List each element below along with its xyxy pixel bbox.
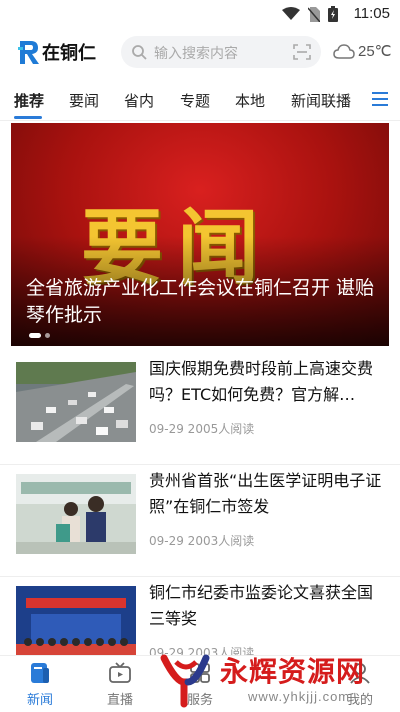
- logo-text: 在铜仁: [42, 43, 96, 64]
- watermark-text: 永辉资源网: [220, 655, 366, 688]
- app-header: 在铜仁 输入搜索内容 25℃: [0, 30, 400, 76]
- watermark: 永辉资源网 www.yhkjjj.com: [158, 650, 400, 711]
- carousel-dot-active[interactable]: [29, 333, 41, 338]
- no-sim-icon: [308, 6, 320, 22]
- status-bar: 11:05: [0, 0, 400, 28]
- watermark-logo-icon: [160, 654, 210, 708]
- nav-label: 直播: [106, 693, 133, 708]
- status-time: 11:05: [353, 5, 390, 22]
- category-tabs: 推荐 要闻 省内 专题 本地 新闻联播: [0, 80, 400, 121]
- wifi-icon: [282, 7, 300, 20]
- scan-icon[interactable]: [293, 44, 311, 60]
- news-thumbnail-award: [16, 586, 136, 666]
- news-icon: [31, 663, 49, 683]
- news-item[interactable]: 贵州省首张“出生医学证明电子证照”在铜仁市签发 09-29 2003人阅读: [0, 466, 400, 577]
- tab-topics[interactable]: 专题: [180, 90, 210, 111]
- tab-headlines[interactable]: 要闻: [69, 90, 99, 111]
- news-meta: 09-29 2005人阅读: [149, 422, 255, 436]
- banner-title[interactable]: 全省旅游产业化工作会议在铜仁召开 谌贻琴作批示: [26, 275, 376, 329]
- tv-icon: [109, 662, 131, 683]
- nav-live[interactable]: 直播: [90, 662, 150, 708]
- news-thumbnail-certificate: [16, 474, 136, 554]
- weather-temp: 25℃: [358, 43, 392, 60]
- weather-widget[interactable]: 25℃: [333, 42, 392, 60]
- search-icon: [132, 45, 147, 60]
- news-title[interactable]: 贵州省首张“出生医学证明电子证照”在铜仁市签发: [149, 468, 384, 520]
- news-item[interactable]: 国庆假期免费时段前上高速交费吗？ETC如何免费？官方解… 09-29 2005人…: [0, 354, 400, 465]
- tab-recommend[interactable]: 推荐: [14, 90, 44, 111]
- search-input[interactable]: 输入搜索内容: [154, 43, 238, 63]
- carousel-dot[interactable]: [45, 333, 50, 338]
- watermark-url: www.yhkjjj.com: [248, 689, 351, 704]
- nav-news[interactable]: 新闻: [10, 662, 70, 708]
- app-logo: 在铜仁: [18, 39, 96, 65]
- news-title[interactable]: 国庆假期免费时段前上高速交费吗？ETC如何免费？官方解…: [149, 356, 384, 408]
- menu-icon[interactable]: [372, 92, 388, 106]
- news-thumbnail-highway: [16, 362, 136, 442]
- tab-news-broadcast[interactable]: 新闻联播: [291, 90, 351, 111]
- active-tab-indicator: [14, 116, 42, 119]
- nav-label: 新闻: [26, 693, 53, 708]
- cloud-icon: [333, 44, 355, 59]
- logo-r-icon: [18, 41, 39, 64]
- battery-icon: [328, 6, 338, 22]
- tab-province[interactable]: 省内: [124, 90, 154, 111]
- search-bar[interactable]: 输入搜索内容: [121, 36, 321, 68]
- tab-local[interactable]: 本地: [235, 90, 265, 111]
- featured-banner[interactable]: 要闻 全省旅游产业化工作会议在铜仁召开 谌贻琴作批示: [11, 123, 389, 346]
- news-title[interactable]: 铜仁市纪委市监委论文喜获全国三等奖: [149, 580, 384, 632]
- carousel-dots: [29, 333, 50, 338]
- news-meta: 09-29 2003人阅读: [149, 534, 255, 548]
